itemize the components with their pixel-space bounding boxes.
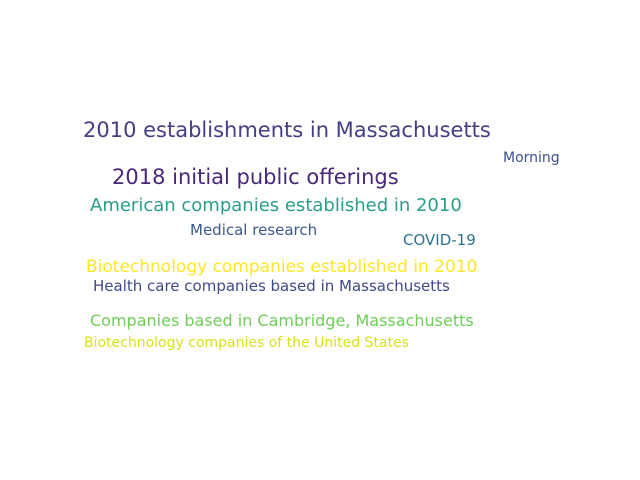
word-2010-establishments: 2010 establishments in Massachusetts	[83, 118, 491, 142]
word-cambridge-companies: Companies based in Cambridge, Massachuse…	[90, 311, 474, 330]
word-morning: Morning	[503, 150, 560, 166]
word-american-companies-2010: American companies established in 2010	[90, 195, 462, 216]
word-2018-ipos: 2018 initial public offerings	[112, 165, 399, 189]
word-biotech-united-states: Biotechnology companies of the United St…	[84, 335, 409, 351]
word-health-care-massachusetts: Health care companies based in Massachus…	[93, 277, 450, 295]
word-medical-research: Medical research	[190, 221, 318, 239]
word-cloud: 2010 establishments in Massachusetts Mor…	[0, 0, 640, 480]
word-covid-19: COVID-19	[403, 231, 476, 249]
word-biotech-established-2010: Biotechnology companies established in 2…	[86, 257, 478, 277]
